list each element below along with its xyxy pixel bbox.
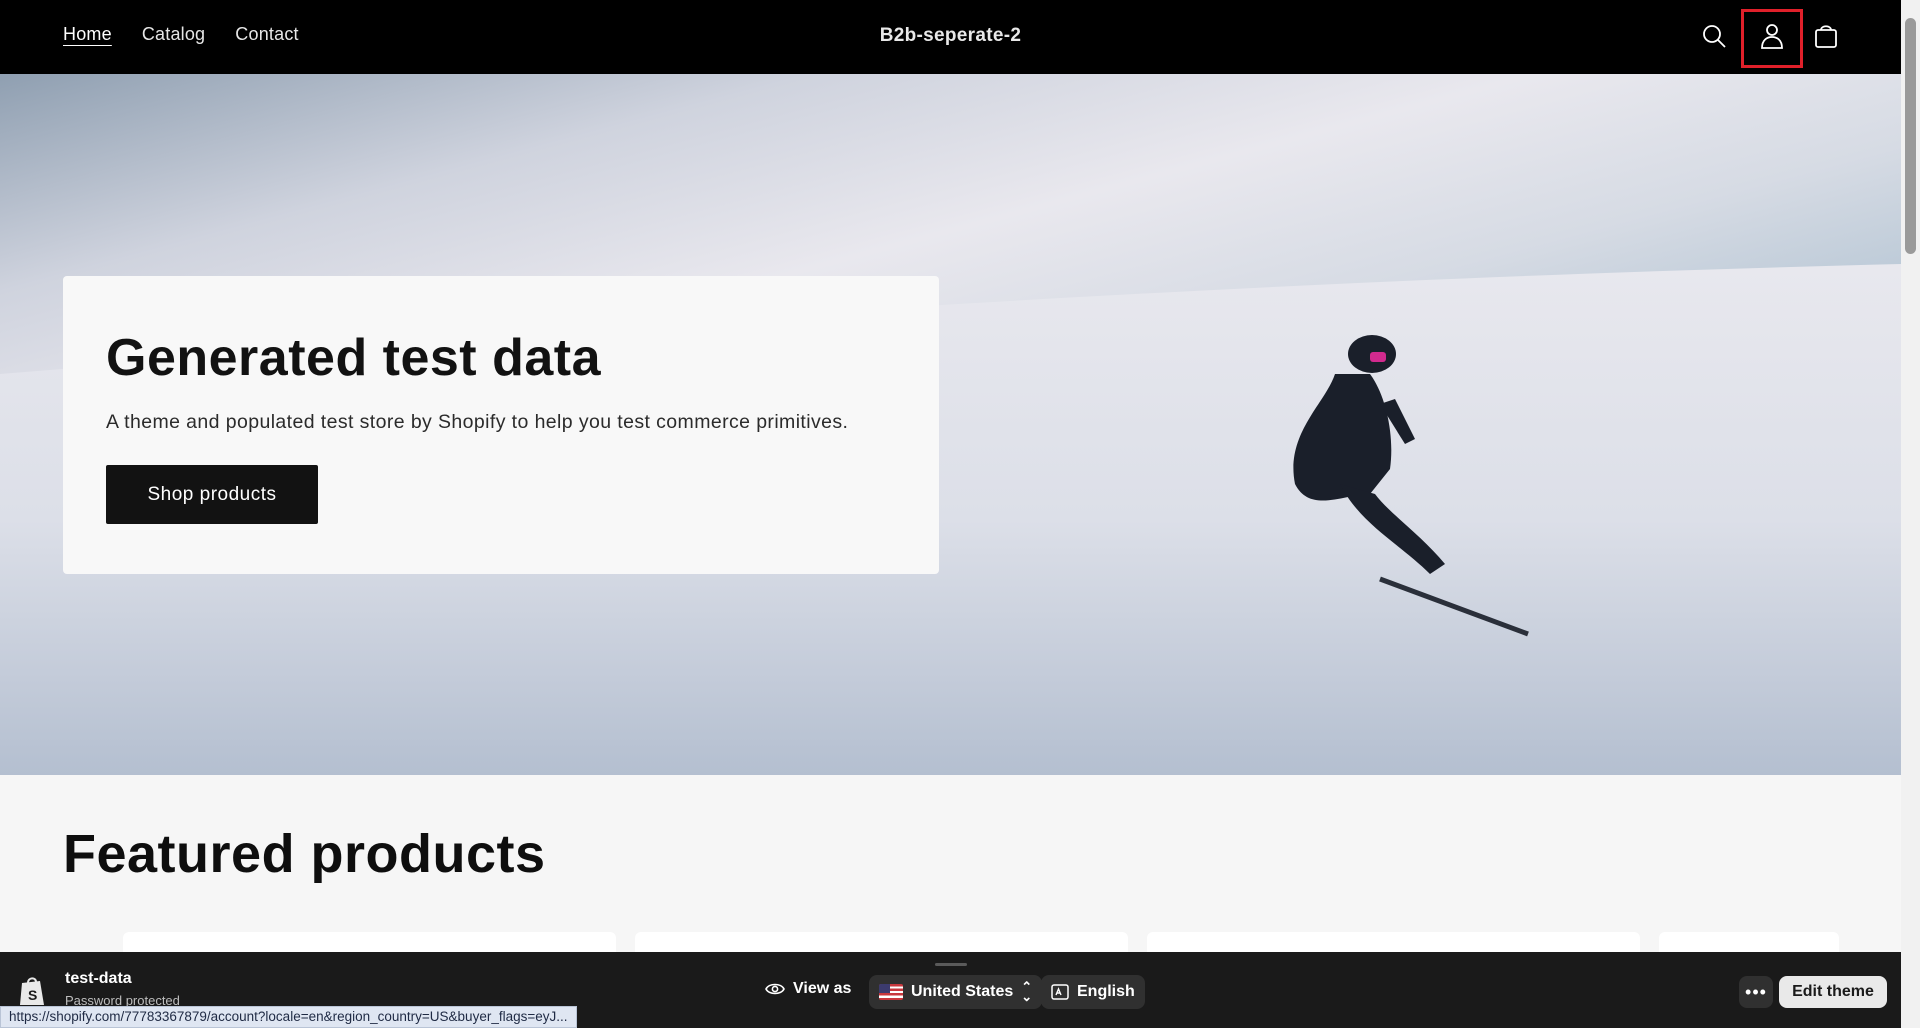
cart-icon[interactable]: [1807, 17, 1845, 55]
store-name[interactable]: B2b-seperate-2: [0, 25, 1901, 47]
site-header: Home Catalog Contact B2b-seperate-2: [0, 0, 1901, 74]
country-label: United States: [911, 983, 1014, 1000]
chevron-updown-icon: ⌃ ⌄: [1021, 979, 1033, 1004]
svg-text:S: S: [28, 987, 37, 1003]
shopify-bag-icon: S: [18, 975, 46, 1007]
hero-card: Generated test data A theme and populate…: [63, 276, 939, 574]
us-flag-icon: [879, 984, 903, 1000]
hero-title: Generated test data: [106, 329, 601, 387]
product-card[interactable]: [635, 932, 1128, 952]
country-selector[interactable]: United States ⌃ ⌄: [869, 975, 1043, 1009]
hero-banner: Generated test data A theme and populate…: [0, 74, 1901, 775]
language-selector[interactable]: English: [1041, 975, 1145, 1009]
edit-theme-button[interactable]: Edit theme: [1779, 976, 1887, 1008]
shop-products-button[interactable]: Shop products: [106, 465, 318, 524]
hero-subtitle: A theme and populated test store by Shop…: [106, 411, 849, 433]
drag-handle[interactable]: [935, 963, 967, 966]
language-label: English: [1077, 983, 1135, 1000]
page-scrollbar[interactable]: [1901, 0, 1920, 1028]
view-as-label: View as: [793, 980, 852, 997]
status-url: https://shopify.com/77783367879/account?…: [0, 1006, 577, 1028]
account-icon[interactable]: [1753, 17, 1791, 55]
featured-products-heading: Featured products: [63, 824, 546, 884]
shop-name: test-data: [65, 970, 132, 987]
search-icon[interactable]: [1695, 17, 1733, 55]
more-options-button[interactable]: •••: [1739, 976, 1773, 1008]
product-card[interactable]: [123, 932, 616, 952]
product-card[interactable]: [1147, 932, 1640, 952]
scroll-thumb[interactable]: [1905, 18, 1916, 254]
product-card[interactable]: [1659, 932, 1839, 952]
eye-icon: [765, 983, 785, 995]
translate-icon: [1051, 984, 1069, 1000]
view-as: View as: [765, 980, 851, 998]
